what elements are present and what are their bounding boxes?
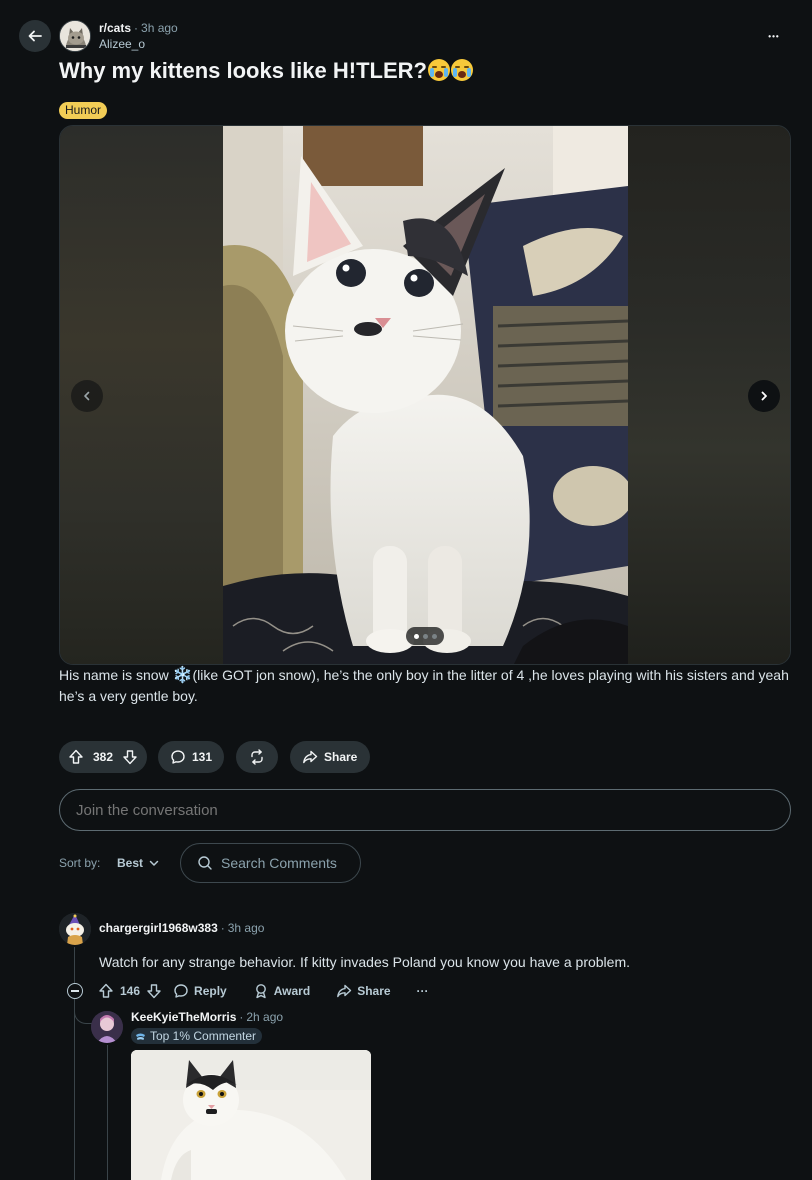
comment-meta: KeeKyieTheMorris · 2h ago bbox=[131, 1009, 283, 1025]
cat-logo-icon bbox=[60, 21, 90, 51]
gallery-page-indicator[interactable] bbox=[406, 627, 444, 645]
loudly-crying-face-icon bbox=[427, 59, 450, 81]
post-meta: r/cats · 3h ago bbox=[99, 20, 178, 36]
comment-icon bbox=[171, 750, 185, 764]
comment-time: 3h ago bbox=[227, 921, 265, 935]
post-body-text: His name is snow bbox=[59, 667, 173, 683]
sort-dropdown[interactable]: Best bbox=[117, 853, 159, 873]
comment-actions: 146 Reply Award Share ··· bbox=[97, 981, 429, 1001]
sort-label: Sort by: bbox=[59, 856, 101, 870]
comments-button[interactable]: 131 bbox=[158, 741, 224, 773]
repost-icon bbox=[251, 749, 263, 765]
chevron-down-icon bbox=[149, 860, 159, 866]
image-gallery[interactable] bbox=[59, 125, 791, 665]
comment-username[interactable]: chargergirl1968w383 bbox=[99, 921, 218, 935]
avatar[interactable] bbox=[59, 913, 91, 945]
badge-icon bbox=[136, 1033, 145, 1040]
reddit-post-page: r/cats · 3h ago Alizee_o ••• Why my kitten… bbox=[0, 0, 812, 1180]
back-button[interactable] bbox=[19, 20, 51, 52]
vote-control: 382 bbox=[59, 741, 147, 773]
back-arrow-icon bbox=[28, 30, 42, 42]
chevron-right-icon bbox=[761, 391, 767, 401]
comment-body: Watch for any strange behavior. If kitty… bbox=[99, 954, 630, 970]
comment-vote-control: 146 bbox=[97, 982, 163, 1000]
post-time: 3h ago bbox=[141, 21, 178, 35]
comment-meta: chargergirl1968w383 · 3h ago bbox=[99, 920, 264, 936]
post-title: Why my kittens looks like H!TLER? bbox=[59, 56, 473, 86]
chevron-left-icon bbox=[84, 391, 90, 401]
sort-value: Best bbox=[117, 856, 144, 870]
thread-line bbox=[107, 1045, 108, 1180]
cat-photo-illustration bbox=[131, 1050, 371, 1180]
post-title-text: Why my kittens looks like H!TLER? bbox=[59, 58, 427, 83]
loudly-crying-face-icon bbox=[450, 59, 473, 81]
meta-separator: · bbox=[239, 1010, 244, 1024]
comment-share-button[interactable]: Share bbox=[336, 983, 391, 999]
downvote-icon[interactable] bbox=[121, 748, 139, 766]
gallery-dot-active[interactable] bbox=[413, 633, 419, 639]
share-icon bbox=[337, 984, 352, 998]
thread-connector bbox=[74, 1000, 92, 1024]
gallery-prev-button[interactable] bbox=[71, 380, 103, 412]
collapse-thread-button[interactable] bbox=[67, 983, 83, 999]
gallery-next-button[interactable] bbox=[748, 380, 780, 412]
snowflake-emoji: ❄️ bbox=[172, 667, 193, 684]
comment-composer-input[interactable] bbox=[59, 789, 791, 831]
comment-count: 131 bbox=[191, 750, 212, 764]
comment-score: 146 bbox=[120, 984, 141, 998]
award-button[interactable]: Award bbox=[253, 983, 310, 999]
reply-button[interactable]: Reply bbox=[173, 983, 227, 999]
comment-image[interactable] bbox=[131, 1050, 371, 1180]
more-icon: ••• bbox=[768, 31, 780, 41]
thread-line bbox=[74, 947, 75, 1180]
subreddit-name[interactable]: r/cats bbox=[99, 21, 131, 35]
more-icon: ··· bbox=[416, 984, 429, 998]
comment-username[interactable]: KeeKyieTheMorris bbox=[131, 1010, 236, 1024]
meta-separator: · bbox=[220, 921, 225, 935]
post-author[interactable]: Alizee_o bbox=[99, 36, 145, 52]
user-avatar-icon bbox=[91, 1011, 123, 1043]
comment-icon bbox=[174, 984, 188, 998]
gallery-dot[interactable] bbox=[422, 633, 428, 639]
search-comments-field[interactable]: Search Comments bbox=[180, 843, 361, 883]
snoo-wizard-avatar-icon bbox=[59, 913, 91, 945]
share-button[interactable]: Share bbox=[290, 741, 370, 773]
avatar[interactable] bbox=[91, 1011, 123, 1043]
reply-label: Reply bbox=[194, 984, 227, 998]
award-label: Award bbox=[273, 984, 311, 998]
kitten-photo[interactable] bbox=[223, 126, 628, 664]
search-comments-placeholder: Search Comments bbox=[221, 855, 337, 871]
badge-label: Top 1% Commenter bbox=[150, 1029, 257, 1043]
meta-separator: · bbox=[134, 21, 139, 35]
kitten-photo-illustration bbox=[223, 126, 628, 664]
more-options-button[interactable]: ••• bbox=[758, 20, 790, 52]
downvote-icon[interactable] bbox=[145, 982, 163, 1000]
upvote-icon[interactable] bbox=[67, 748, 85, 766]
top-commenter-badge: Top 1% Commenter bbox=[131, 1028, 263, 1044]
upvote-icon[interactable] bbox=[97, 982, 115, 1000]
share-icon bbox=[303, 750, 318, 764]
vote-score: 382 bbox=[92, 750, 114, 764]
award-icon bbox=[255, 984, 266, 999]
comment-time: 2h ago bbox=[246, 1010, 284, 1024]
post-body: His name is snow ❄️(like GOT jon snow), … bbox=[59, 665, 791, 706]
post-flair[interactable]: Humor bbox=[59, 102, 108, 119]
gallery-dot[interactable] bbox=[431, 633, 437, 639]
search-icon bbox=[198, 856, 212, 870]
crosspost-button[interactable] bbox=[236, 741, 278, 773]
share-label: Share bbox=[324, 750, 358, 764]
comment-share-label: Share bbox=[357, 984, 391, 998]
subreddit-avatar[interactable] bbox=[59, 20, 91, 52]
minus-icon bbox=[71, 990, 79, 992]
comment-more-button[interactable]: ··· bbox=[417, 984, 429, 998]
